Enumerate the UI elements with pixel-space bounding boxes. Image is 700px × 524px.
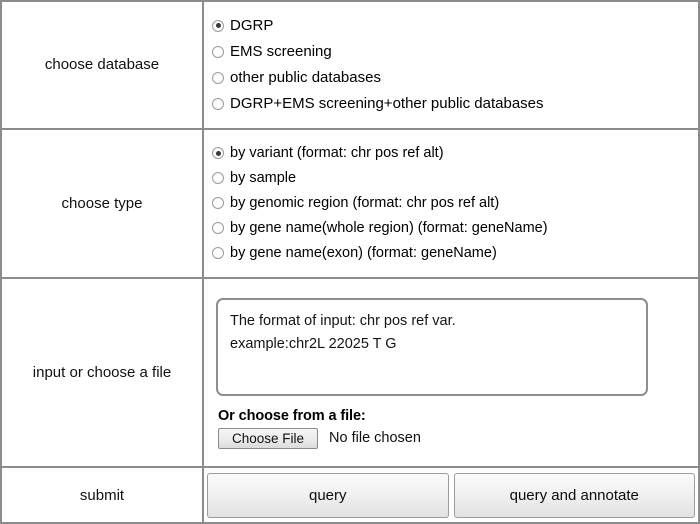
radio-label-by-sample: by sample: [230, 169, 297, 186]
label-choose-type: choose type: [0, 127, 204, 279]
radio-icon-all-databases[interactable]: [212, 97, 224, 110]
radio-label-by-variant: by variant (format: chr pos ref alt): [230, 144, 444, 161]
choose-file-button[interactable]: Choose File: [218, 427, 319, 449]
textarea-line-2: example:chr2L 22025 T G: [230, 336, 397, 353]
radio-option-by-gene-name-exon[interactable]: by gene name(exon) (format: geneName): [212, 241, 698, 266]
radio-option-by-variant[interactable]: by variant (format: chr pos ref alt): [212, 141, 698, 166]
radio-icon-other-public-databases[interactable]: [212, 71, 224, 84]
label-choose-database-text: choose database: [44, 56, 160, 74]
submit-buttons-wrapper: query query and annotate: [204, 468, 698, 522]
input-wrapper: The format of input: chr pos ref var. ex…: [212, 290, 698, 455]
type-options-cell: by variant (format: chr pos ref alt) by …: [202, 127, 700, 279]
radio-icon-by-gene-name-whole-region[interactable]: [212, 222, 224, 235]
row-submit: submit query query and annotate: [0, 466, 700, 524]
radio-option-other-public-databases[interactable]: other public databases: [212, 65, 698, 91]
radio-option-by-genomic-region[interactable]: by genomic region (format: chr pos ref a…: [212, 191, 698, 216]
query-and-annotate-button[interactable]: query and annotate: [453, 472, 695, 518]
query-form-table: choose database DGRP EMS screening other…: [0, 0, 700, 524]
radio-option-all-databases[interactable]: DGRP+EMS screening+other public database…: [212, 91, 698, 117]
radio-label-all-databases: DGRP+EMS screening+other public database…: [230, 95, 544, 113]
row-choose-database: choose database DGRP EMS screening other…: [0, 0, 700, 130]
radio-label-other-public-databases: other public databases: [230, 69, 381, 87]
label-input-or-file-text: input or choose a file: [32, 363, 172, 381]
label-choose-database: choose database: [0, 0, 204, 130]
radio-option-by-gene-name-whole-region[interactable]: by gene name(whole region) (format: gene…: [212, 216, 698, 241]
input-cell: The format of input: chr pos ref var. ex…: [202, 276, 700, 469]
row-choose-type: choose type by variant (format: chr pos …: [0, 127, 700, 279]
radio-icon-by-genomic-region[interactable]: [212, 197, 224, 210]
radio-icon-ems-screening[interactable]: [212, 45, 224, 58]
textarea-line-1: The format of input: chr pos ref var.: [230, 312, 456, 329]
radio-label-by-genomic-region: by genomic region (format: chr pos ref a…: [230, 194, 500, 211]
radio-icon-by-gene-name-exon[interactable]: [212, 247, 224, 260]
radio-label-dgrp: DGRP: [230, 17, 274, 35]
radio-icon-by-variant[interactable]: [212, 147, 224, 160]
radio-icon-dgrp[interactable]: [212, 19, 224, 32]
radio-option-dgrp[interactable]: DGRP: [212, 13, 698, 39]
database-options-cell: DGRP EMS screening other public database…: [202, 0, 700, 130]
label-input-or-file: input or choose a file: [0, 276, 204, 469]
submit-buttons-cell: query query and annotate: [202, 466, 700, 524]
radio-label-by-gene-name-whole-region: by gene name(whole region) (format: gene…: [230, 219, 548, 236]
radio-icon-by-sample[interactable]: [212, 172, 224, 185]
radio-label-by-gene-name-exon: by gene name(exon) (format: geneName): [230, 244, 497, 261]
file-status-text: No file chosen: [329, 430, 421, 447]
file-section-label: Or choose from a file:: [218, 407, 366, 424]
radio-option-ems-screening[interactable]: EMS screening: [212, 39, 698, 65]
query-button[interactable]: query: [207, 472, 449, 518]
label-submit: submit: [0, 466, 204, 524]
radio-option-by-sample[interactable]: by sample: [212, 166, 698, 191]
file-input-row: Choose File No file chosen: [218, 427, 698, 449]
label-choose-type-text: choose type: [61, 194, 143, 212]
variant-input-textarea[interactable]: The format of input: chr pos ref var. ex…: [216, 297, 648, 396]
radio-label-ems-screening: EMS screening: [230, 43, 332, 61]
label-submit-text: submit: [79, 486, 125, 504]
row-input-or-file: input or choose a file The format of inp…: [0, 276, 700, 469]
